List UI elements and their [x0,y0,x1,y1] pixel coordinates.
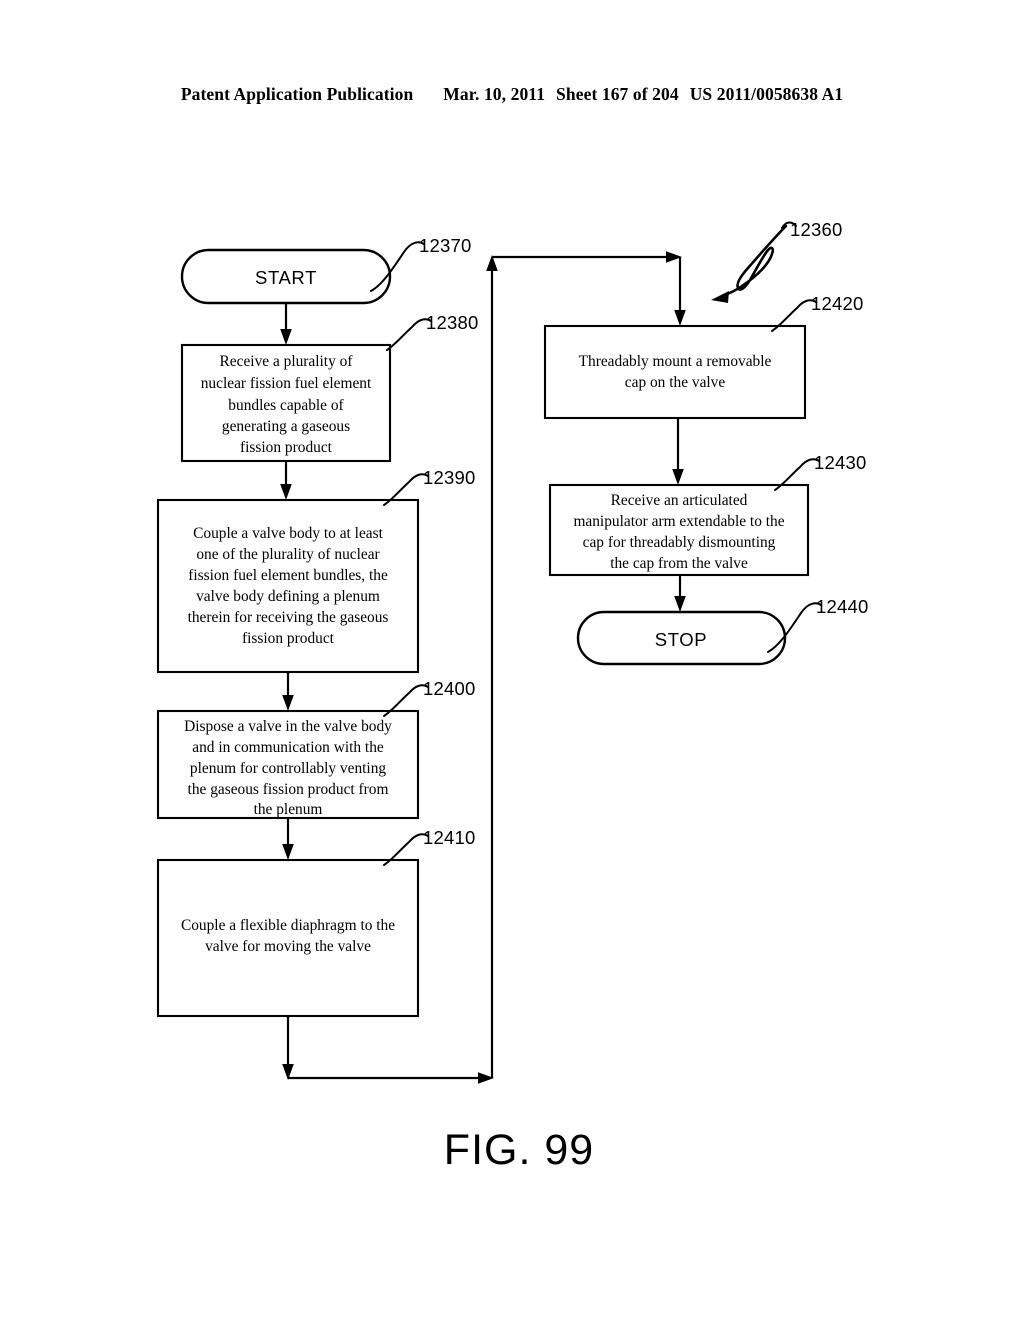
node-12400-line-3: the gaseous fission product from [188,781,389,798]
node-12400-line-4: the plenum [254,801,323,818]
node-start: START [180,248,392,305]
flowchart-figure: START 12370 Receive a plurality of nucle… [0,0,1024,1320]
node-step-12400: Dispose a valve in the valve body and in… [156,709,420,820]
node-12380-line-2: bundles capable of [228,397,344,414]
flow-connector-12380-to-12390 [280,461,292,500]
flow-connector-12420-to-12430 [672,418,684,485]
node-12380-line-3: generating a gaseous [222,418,350,435]
figure-ref-pointer-12360: 12360 [711,219,842,303]
node-step-12390: Couple a valve body to at least one of t… [156,498,420,674]
node-12400-line-1: and in communication with the [192,739,384,756]
node-12390-line-4: therein for receiving the gaseous [188,609,389,626]
flow-connector-12430-to-stop [674,575,686,612]
ref-label-12390: 12390 [423,467,475,488]
ref-label-12380: 12380 [426,312,478,333]
node-step-12380: Receive a plurality of nuclear fission f… [180,343,392,463]
node-step-12430: Receive an articulated manipulator arm e… [548,483,810,577]
node-12390-line-5: fission product [242,630,335,647]
ref-leader-12380: 12380 [386,312,478,351]
node-12380-line-0: Receive a plurality of [220,353,354,370]
node-start-label: START [255,267,317,288]
ref-label-12370: 12370 [419,235,471,256]
ref-label-12410: 12410 [423,827,475,848]
node-12390-line-1: one of the plurality of nuclear [196,546,379,563]
node-12380-line-1: nuclear fission fuel element [201,375,372,392]
node-12430-line-3: the cap from the valve [610,555,748,572]
node-12430-line-1: manipulator arm extendable to the [573,513,784,530]
flow-connector-start-to-12380 [280,303,292,345]
node-12410-line-0: Couple a flexible diaphragm to the [181,917,395,934]
node-stop-label: STOP [655,629,707,650]
node-12390-line-3: valve body defining a plenum [196,588,380,605]
node-step-12420: Threadably mount a removable cap on the … [543,324,807,420]
node-stop: STOP [576,610,787,666]
node-12400-line-0: Dispose a valve in the valve body [184,718,392,735]
node-12380-line-4: fission product [240,439,333,456]
ref-label-12430: 12430 [814,452,866,473]
flow-connector-12390-to-12400 [282,672,294,711]
node-12430-line-2: cap for threadably dismounting [583,534,776,551]
node-12390-line-0: Couple a valve body to at least [193,525,383,542]
ref-label-12440: 12440 [816,596,868,617]
node-12420-line-0: Threadably mount a removable [579,353,772,370]
node-step-12410: Couple a flexible diaphragm to the valve… [156,858,420,1018]
ref-label-12360: 12360 [790,219,842,240]
node-12430-line-0: Receive an articulated [611,492,748,509]
node-12420-line-1: cap on the valve [625,374,726,391]
node-12390-line-2: fission fuel element bundles, the [188,567,388,584]
ref-label-12400: 12400 [423,678,475,699]
node-12410-line-1: valve for moving the valve [205,938,371,955]
figure-caption: FIG. 99 [444,1126,594,1174]
ref-label-12420: 12420 [811,293,863,314]
node-12400-line-2: plenum for controllably venting [190,760,386,777]
flow-connector-12400-to-12410 [282,818,294,860]
